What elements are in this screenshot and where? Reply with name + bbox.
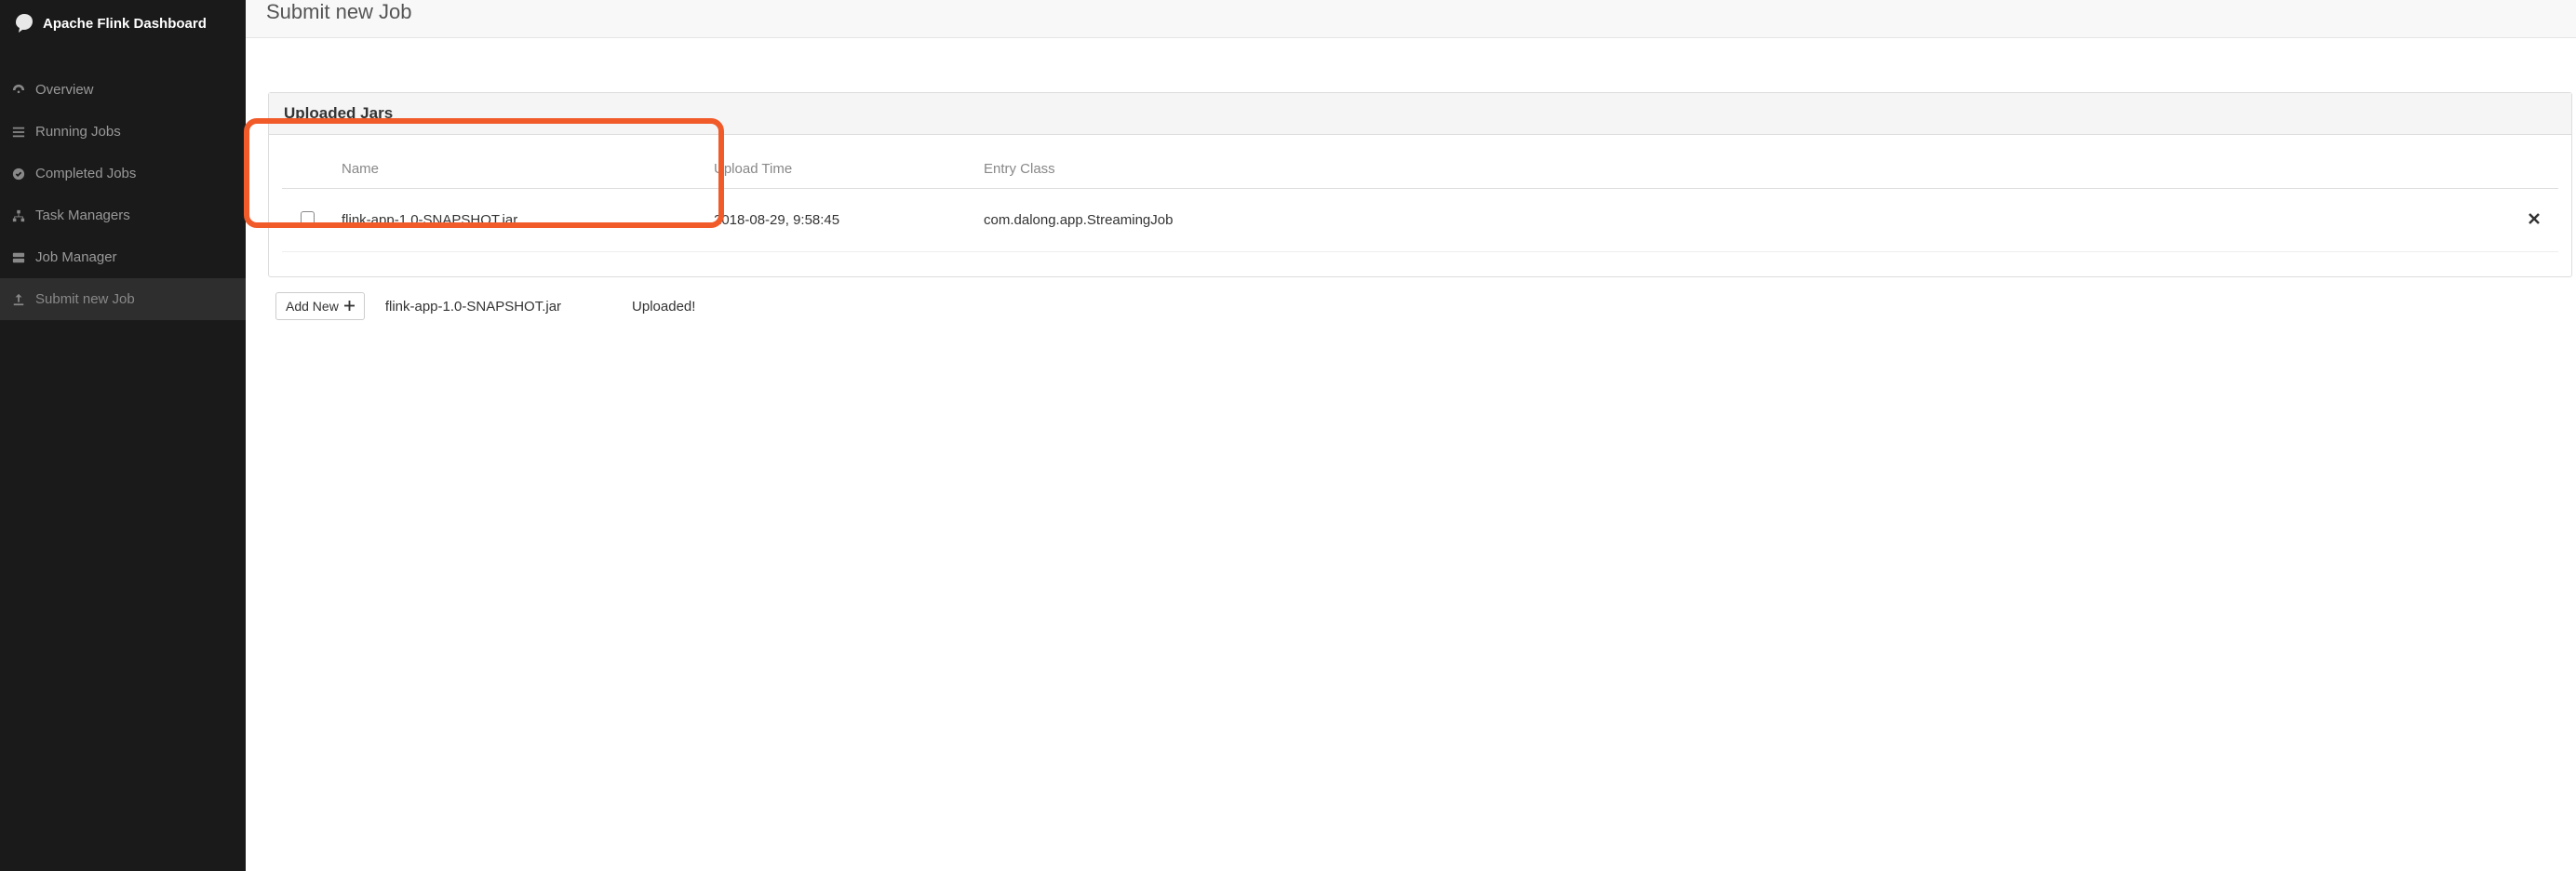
uploaded-filename: flink-app-1.0-SNAPSHOT.jar <box>385 299 561 315</box>
sidebar-item-task-managers[interactable]: Task Managers <box>0 194 246 236</box>
sidebar-item-running-jobs[interactable]: Running Jobs <box>0 111 246 153</box>
upload-icon <box>11 292 26 307</box>
sidebar-item-label: Running Jobs <box>35 124 121 140</box>
cell-entry-class: com.dalong.app.StreamingJob <box>974 189 2510 252</box>
uploaded-jars-panel: Uploaded Jars Name Upload Time Entry Cla… <box>268 92 2572 277</box>
main-content: Submit new Job Uploaded Jars Name Upload… <box>246 0 2576 871</box>
col-header-name: Name <box>332 152 704 189</box>
upload-status: Uploaded! <box>632 299 695 315</box>
cell-upload-time: 2018-08-29, 9:58:45 <box>704 189 974 252</box>
sitemap-icon <box>11 208 26 223</box>
check-circle-icon <box>11 167 26 181</box>
flink-logo-icon <box>13 12 35 34</box>
col-header-entry-class: Entry Class <box>974 152 2510 189</box>
panel-body: Name Upload Time Entry Class flink-app-1… <box>269 135 2571 276</box>
tasks-icon <box>11 125 26 140</box>
app-title: Apache Flink Dashboard <box>43 16 207 32</box>
panel-title: Uploaded Jars <box>269 93 2571 135</box>
add-new-button[interactable]: Add New <box>275 292 365 320</box>
plus-icon <box>344 299 355 314</box>
header-bar: Submit new Job <box>246 0 2576 38</box>
sidebar-item-label: Completed Jobs <box>35 166 136 181</box>
cell-jar-name: flink-app-1.0-SNAPSHOT.jar <box>332 189 704 252</box>
sidebar-item-label: Submit new Job <box>35 291 135 307</box>
add-new-label: Add New <box>286 299 339 314</box>
sidebar-header: Apache Flink Dashboard <box>0 0 246 47</box>
upload-footer: Add New flink-app-1.0-SNAPSHOT.jar Uploa… <box>268 292 2572 320</box>
col-delete <box>2510 152 2558 189</box>
sidebar-item-label: Overview <box>35 82 94 98</box>
page-title: Submit new Job <box>266 0 2556 24</box>
sidebar-item-completed-jobs[interactable]: Completed Jobs <box>0 153 246 194</box>
sidebar-item-submit-job[interactable]: Submit new Job <box>0 278 246 320</box>
col-checkbox <box>282 152 332 189</box>
jars-table: Name Upload Time Entry Class flink-app-1… <box>282 152 2558 252</box>
col-header-upload-time: Upload Time <box>704 152 974 189</box>
table-row[interactable]: flink-app-1.0-SNAPSHOT.jar 2018-08-29, 9… <box>282 189 2558 252</box>
sidebar-item-label: Job Manager <box>35 249 117 265</box>
row-checkbox[interactable] <box>301 211 315 225</box>
sidebar: Apache Flink Dashboard Overview Running … <box>0 0 246 871</box>
content-area: Uploaded Jars Name Upload Time Entry Cla… <box>246 38 2576 320</box>
sidebar-item-label: Task Managers <box>35 208 130 223</box>
sidebar-nav: Overview Running Jobs Completed Jobs Tas… <box>0 69 246 320</box>
dashboard-icon <box>11 83 26 98</box>
sidebar-item-overview[interactable]: Overview <box>0 69 246 111</box>
sidebar-item-job-manager[interactable]: Job Manager <box>0 236 246 278</box>
server-icon <box>11 250 26 265</box>
delete-icon[interactable] <box>2529 212 2540 228</box>
